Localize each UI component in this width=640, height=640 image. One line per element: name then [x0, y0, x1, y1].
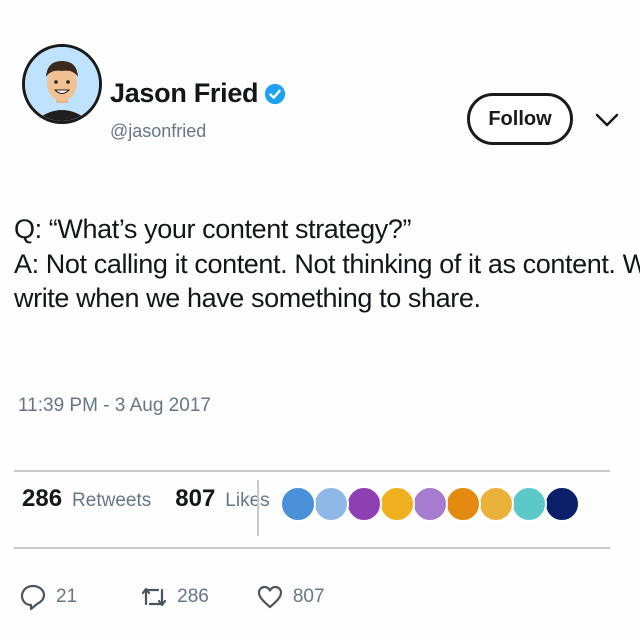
follow-button[interactable]: Follow	[467, 93, 573, 145]
tweet-line: Q: “What’s your content strategy?”	[14, 214, 412, 244]
tweet-text: Q: “What’s your content strategy?” A: No…	[14, 212, 640, 316]
reply-count: 21	[56, 586, 78, 607]
avatar-illustration	[25, 47, 99, 121]
retweet-count[interactable]: 286	[22, 485, 62, 513]
like-count[interactable]: 807	[175, 485, 215, 513]
tweet-timestamp[interactable]: 11:39 PM - 3 Aug 2017	[18, 395, 211, 417]
tweet-card: Jason Fried @jasonfried Follow Q: “What’…	[0, 0, 640, 640]
retweet-button[interactable]: 286	[139, 582, 209, 612]
divider	[14, 470, 610, 472]
tweet-line: write when we have something to share.	[14, 283, 481, 314]
liker-avatar[interactable]	[346, 486, 382, 522]
heart-icon	[257, 585, 282, 609]
stats-separator	[257, 480, 259, 536]
reply-button[interactable]: 21	[18, 582, 77, 612]
liker-avatar[interactable]	[478, 486, 514, 522]
chevron-down-icon[interactable]	[594, 110, 620, 130]
avatar[interactable]	[22, 44, 102, 124]
liker-avatar[interactable]	[280, 486, 316, 522]
liker-avatar[interactable]	[313, 486, 349, 522]
tweet-line: A: Not calling it content. Not thinking …	[14, 248, 640, 279]
author-row: Jason Fried	[110, 78, 286, 109]
retweet-action-count: 286	[177, 586, 209, 607]
tweet-actions: 21 286 807	[18, 582, 365, 612]
liker-avatars	[280, 486, 580, 522]
divider	[14, 547, 610, 549]
liker-avatar[interactable]	[412, 486, 448, 522]
like-button[interactable]: 807	[255, 582, 325, 612]
retweet-icon	[142, 587, 167, 607]
author-handle[interactable]: @jasonfried	[110, 121, 206, 142]
liker-avatar[interactable]	[445, 486, 481, 522]
verified-badge-icon	[264, 83, 286, 105]
like-label[interactable]: Likes	[225, 490, 269, 512]
liker-avatar[interactable]	[511, 486, 547, 522]
liker-avatar[interactable]	[544, 486, 580, 522]
liker-avatar[interactable]	[379, 486, 415, 522]
like-action-count: 807	[292, 586, 325, 607]
engagement-stats: 286 Retweets 807 Likes	[22, 485, 284, 513]
reply-icon	[20, 584, 46, 611]
author-name[interactable]: Jason Fried	[110, 78, 259, 109]
retweet-label[interactable]: Retweets	[72, 490, 151, 512]
